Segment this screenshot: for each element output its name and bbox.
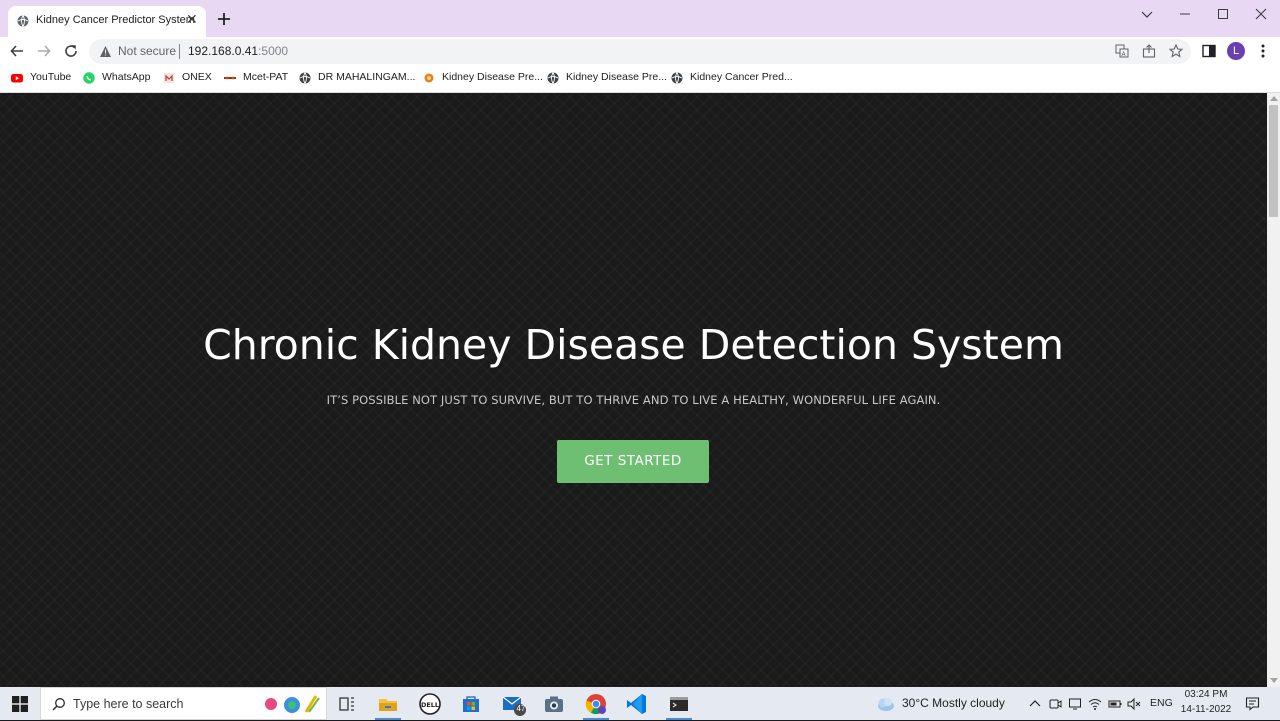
page-title: Chronic Kidney Disease Detection System	[203, 321, 1064, 369]
page-subtitle: IT’S POSSIBLE NOT JUST TO SURVIVE, BUT T…	[326, 393, 941, 407]
weather-text[interactable]: 30°C Mostly cloudy	[902, 696, 1005, 710]
chrome-icon	[585, 694, 606, 715]
maximize-icon[interactable]	[1215, 6, 1231, 22]
clock-time[interactable]: 03:24 PM	[1178, 689, 1234, 700]
search-highlights-icon[interactable]	[261, 692, 323, 716]
mcet-icon	[224, 76, 236, 80]
get-started-button[interactable]: GET STARTED	[557, 440, 709, 483]
wifi-icon[interactable]	[1088, 697, 1102, 711]
kidney-icon	[424, 73, 434, 83]
cloud-icon[interactable]	[874, 696, 896, 712]
microsoft-store-icon[interactable]	[458, 691, 484, 717]
search-icon	[52, 698, 65, 711]
address-bar[interactable]: Not secure 192.168.0.41:5000 A	[89, 39, 1191, 64]
scroll-up-icon[interactable]	[1270, 96, 1278, 101]
tab-search-chevron-icon[interactable]	[1139, 6, 1155, 22]
close-window-icon[interactable]	[1253, 6, 1269, 22]
input-language[interactable]: ENG	[1150, 697, 1173, 709]
url-port: :5000	[258, 44, 289, 58]
globe-icon	[17, 15, 29, 27]
bookmark-label: Kidney Disease Pre...	[442, 71, 543, 83]
address-separator	[179, 44, 180, 59]
whatsapp-icon	[83, 72, 95, 84]
side-panel-icon[interactable]	[1201, 43, 1217, 59]
svg-text:DELL: DELL	[421, 701, 439, 709]
youtube-icon	[11, 74, 23, 83]
page-scrollbar[interactable]	[1267, 93, 1280, 687]
windows-taskbar: Type here to search DELL 47 30°C Mostly …	[0, 687, 1280, 720]
bookmark-label: Kidney Cancer Pred...	[690, 71, 793, 83]
chevron-up-icon[interactable]	[1028, 697, 1042, 711]
more-menu-icon[interactable]	[1255, 43, 1271, 59]
notification-icon[interactable]	[1245, 696, 1260, 711]
profile-avatar[interactable]: L	[1227, 42, 1245, 60]
tab-close-icon[interactable]: ✕	[186, 13, 198, 27]
scroll-thumb[interactable]	[1269, 105, 1278, 217]
minimize-icon[interactable]	[1177, 6, 1193, 22]
scroll-down-icon[interactable]	[1270, 678, 1278, 683]
task-view-icon[interactable]	[334, 691, 360, 717]
bookmark-label: WhatsApp	[102, 71, 151, 83]
clock-date[interactable]: 14-11-2022	[1178, 704, 1234, 715]
taskbar-mail[interactable]: 47	[500, 691, 526, 717]
bookmark-label: Mcet-PAT	[243, 71, 289, 83]
share-icon[interactable]	[1142, 44, 1156, 58]
bookmark-label: DR MAHALINGAM...	[318, 71, 416, 83]
windows-start-icon[interactable]	[12, 696, 28, 712]
globe-icon	[299, 72, 311, 84]
dell-icon[interactable]: DELL	[417, 691, 443, 717]
browser-titlebar: Kidney Cancer Predictor System ✕	[0, 0, 1280, 37]
bookmark-label: YouTube	[30, 71, 72, 83]
forward-arrow-icon[interactable]	[36, 43, 52, 59]
browser-tab[interactable]: Kidney Cancer Predictor System ✕	[8, 6, 206, 37]
globe-icon	[671, 72, 683, 84]
display-icon[interactable]	[1068, 697, 1082, 711]
bookmarks-bar: YouTube WhatsApp ONEX Mcet-PAT DR MAHALI…	[0, 65, 1280, 93]
warning-icon[interactable]	[99, 45, 112, 58]
file-explorer-icon	[379, 699, 397, 711]
vscode-icon[interactable]	[624, 691, 650, 717]
taskbar-file-explorer[interactable]	[375, 691, 401, 720]
taskbar-search-box[interactable]: Type here to search	[40, 687, 327, 720]
url-host: 192.168.0.41	[188, 44, 259, 58]
new-tab-icon[interactable]	[215, 10, 233, 28]
hero-section: Chronic Kidney Disease Detection System …	[0, 93, 1267, 687]
taskbar-terminal[interactable]	[666, 691, 692, 720]
browser-toolbar: Not secure 192.168.0.41:5000 A L	[0, 37, 1280, 65]
meet-now-icon[interactable]	[1048, 697, 1062, 711]
speaker-muted-icon[interactable]	[1127, 697, 1141, 711]
translate-icon[interactable]: A	[1115, 44, 1129, 58]
bookmark-label: Kidney Disease Pre...	[566, 71, 667, 83]
back-arrow-icon[interactable]	[9, 43, 25, 59]
bookmark-label: ONEX	[182, 71, 212, 83]
taskbar-chrome[interactable]	[583, 691, 609, 720]
not-secure-label[interactable]: Not secure	[118, 44, 176, 58]
reload-icon[interactable]	[63, 43, 79, 59]
address-url[interactable]: 192.168.0.41:5000	[188, 44, 288, 58]
taskbar-search-placeholder: Type here to search	[73, 697, 184, 711]
tab-title: Kidney Cancer Predictor System	[36, 14, 195, 26]
globe-icon	[547, 72, 559, 84]
bookmark-star-icon[interactable]	[1169, 44, 1183, 58]
terminal-icon	[670, 697, 688, 711]
mail-badge: 47	[516, 704, 526, 713]
onex-icon	[164, 73, 174, 83]
battery-icon[interactable]	[1108, 697, 1122, 711]
camera-icon[interactable]	[541, 691, 567, 717]
